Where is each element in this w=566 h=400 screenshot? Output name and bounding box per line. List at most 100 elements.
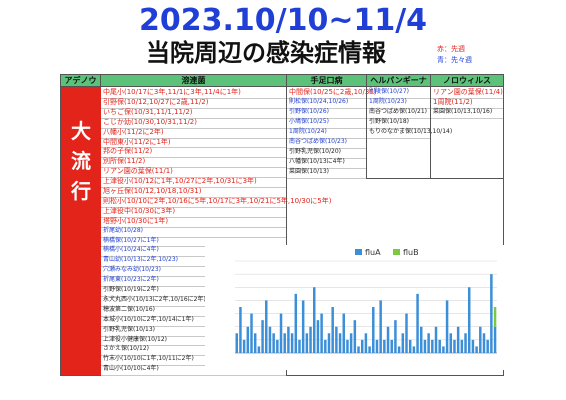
fluA-bar [305, 333, 309, 353]
fluA-bar [456, 326, 460, 353]
strep-entry: 穴瀬みなみ幼(10/23) [103, 266, 161, 274]
fluA-bar [298, 339, 301, 353]
hfmd-entry: 南谷つばめ保(10/23) [289, 138, 347, 145]
fluA-bar [460, 339, 464, 353]
fluA-bar [423, 339, 427, 353]
fluA-bar [253, 333, 257, 353]
hfmd-entry: 八幡保(10/13に4年) [289, 158, 345, 165]
strep-entry: 別所保(11/2) [103, 157, 146, 166]
adeno-outbreak-block: 大 流 行 [61, 87, 101, 375]
fluA-bar [349, 333, 353, 353]
page-subtitle: 当院周辺の感染症情報 [146, 39, 386, 67]
fluA-bar [493, 326, 497, 353]
outbreak-char-3: 行 [71, 179, 91, 203]
fluA-bar [312, 287, 316, 353]
fluA-bar [265, 300, 268, 353]
strep-entry: 引野保(10/19に2年) [103, 286, 159, 293]
herpangina-entry: 南谷つばめ保(10/21) [369, 108, 427, 115]
fluA-bar [412, 346, 416, 353]
legend-red-note: 赤：先週 [437, 45, 465, 53]
strep-entry: 中尾小(10/17に3年,11/1に3年,11/4に1年) [103, 88, 241, 96]
legend-swatch-fluB [393, 249, 400, 255]
hfmd-entry: 1周院(10/24) [289, 128, 327, 135]
strep-entry: さかえ保(10/12) [103, 345, 149, 353]
herpangina-entry: 則陵保(10/27) [369, 88, 409, 95]
fluA-bar [279, 313, 283, 353]
noro-column: リアン園の葉保(11/4) 1周院(11/2) 菜園保(10/13,10/16) [431, 87, 503, 179]
fluA-bar [246, 326, 250, 353]
strep-entry: 引野保(10/12,10/27に2歳,11/2) [103, 97, 209, 106]
fluA-bar [268, 326, 272, 353]
strep-entry: 引野乳児保(10/13) [103, 325, 155, 333]
fluA-bar [257, 346, 261, 353]
fluA-bar [490, 274, 493, 353]
strep-entry: こじか幼(10/30,10/31,11/2) [103, 117, 197, 126]
hfmd-entry: 引野乳児保(10/20) [289, 148, 341, 155]
legend-label-fluB: fluB [403, 248, 419, 257]
hfmd-entry: 則松保(10/24,10/26) [289, 98, 349, 105]
row-divider [287, 178, 366, 179]
fluA-bar [242, 339, 246, 353]
strep-entry: 上津役小(10/12に1年,10/27に2年,10/31に3年) [103, 177, 257, 186]
strep-entry: 塔野小(10/30に1年) [103, 216, 169, 225]
fluA-bar [479, 326, 482, 353]
strep-entry: 中間東小(11/2に1年) [103, 137, 171, 146]
fluA-bar [397, 346, 401, 353]
fluA-bar [408, 339, 412, 353]
fluA-bar [342, 313, 346, 353]
fluA-bar [390, 339, 393, 353]
fluA-bar [375, 339, 379, 353]
fluA-bar [453, 339, 456, 353]
fluA-bar [427, 333, 430, 353]
hfmd-entry: 中間保(10/25に2歳,10/30) [289, 88, 377, 96]
fluA-bar [331, 307, 334, 353]
noro-entry: 菜園保(10/13,10/16) [433, 108, 493, 115]
herpangina-entry: 引野保(10/18) [369, 118, 409, 125]
fluB-bar [493, 307, 497, 327]
col-header-strep: 溶連菌 [101, 75, 287, 87]
fluA-bar [445, 300, 449, 353]
fluA-bar [405, 313, 408, 353]
row-divider [431, 118, 503, 119]
outbreak-char-1: 大 [71, 119, 91, 143]
col-header-herpangina: ヘルパンギーナ [367, 75, 431, 87]
fluA-bar [276, 339, 279, 353]
fluA-bar [442, 346, 445, 353]
strep-entry: いちご保(10/31,11/1,11/2) [103, 107, 193, 116]
fluA-bar [416, 293, 419, 353]
strep-entry: 折尾東(10/23に2年) [103, 276, 159, 284]
hfmd-entry: 小鳩保(10/25) [289, 118, 329, 125]
color-legend: 赤：先週 青：先々週 [437, 44, 472, 66]
hfmd-entry: 菜園保(10/13) [289, 168, 329, 175]
col-header-noro: ノロウィルス [431, 75, 503, 87]
strep-entry: 八幡小(11/2に2年) [103, 127, 164, 136]
strep-entry: 邦の子保(11/2) [103, 147, 153, 156]
strep-entry: 永犬丸西小(10/13に2年,10/16に2年) [103, 295, 206, 303]
strep-entry: 上津役小健康保(10/12) [103, 335, 167, 343]
strep-entry: リアン園の葉保(11/1) [103, 167, 173, 176]
fluA-bar [346, 339, 349, 353]
strep-entry: 青山小(10/10に4年) [103, 365, 159, 373]
fluA-bar [486, 339, 489, 353]
fluA-bar [368, 346, 371, 353]
fluA-bar [320, 313, 323, 353]
fluA-bar [467, 287, 471, 353]
fluA-bar [250, 313, 253, 353]
page-title: 2023.10/10~11/4 [138, 3, 428, 38]
strep-entry: 穂波第二保(10/16) [103, 305, 155, 313]
fluA-bar [434, 326, 438, 353]
fluA-bar [294, 293, 298, 353]
legend-blue-note: 青：先々週 [437, 56, 472, 64]
col-header-adeno: アデノウィルス [61, 75, 101, 97]
fluA-bar [464, 333, 467, 353]
strep-entry: 則松小(10/10に2年,10/16に5年,10/17に3年,10/21に5年,… [103, 196, 332, 205]
fluA-bar [324, 339, 327, 353]
fluA-bar [301, 300, 305, 353]
row-divider [367, 138, 430, 139]
hfmd-column: 中間保(10/25に2歳,10/30) 則松保(10/24,10/26) 引野保(1… [287, 87, 377, 179]
herpangina-column: 則陵保(10/27) 1周院(10/23) 南谷つばめ保(10/21) 引野保(10/… [367, 87, 452, 179]
strep-entry: 折尾幼(10/28) [103, 226, 143, 234]
fluA-bar [386, 326, 390, 353]
fluA-bar [471, 339, 475, 353]
flu-chart: fluA fluB [205, 245, 505, 370]
